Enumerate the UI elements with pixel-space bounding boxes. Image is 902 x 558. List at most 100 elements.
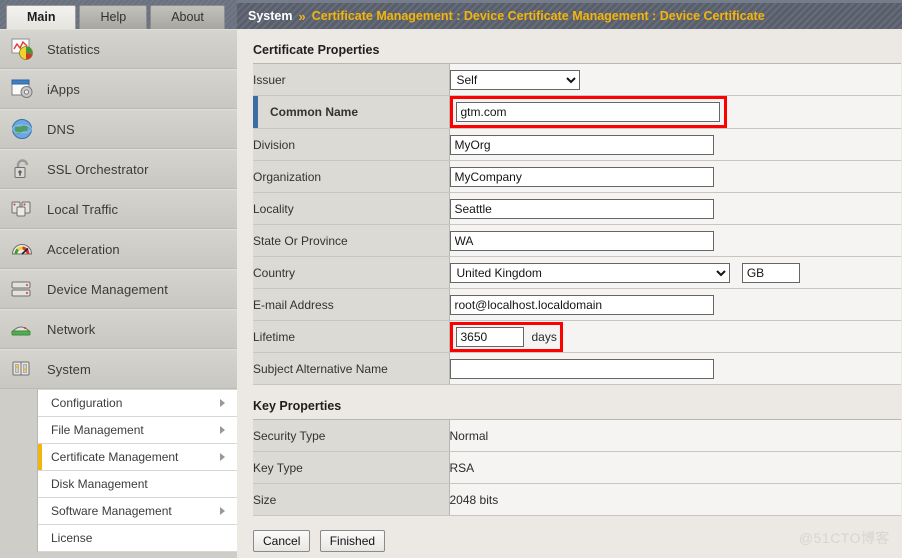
sidebar-item-network[interactable]: Network — [0, 309, 237, 349]
sidebar-item-iapps[interactable]: iApps — [0, 69, 237, 109]
submenu-item-label: File Management — [51, 423, 144, 437]
lifetime-input[interactable] — [455, 326, 524, 347]
primary-navigation-list: Statistics iApps DNS SSL Orchestrator Lo… — [0, 29, 237, 552]
row-accent-bar — [253, 484, 258, 515]
dns-globe-icon — [10, 117, 36, 141]
row-label-cell: Issuer — [253, 63, 450, 96]
sidebar-item-label: Local Traffic — [47, 201, 119, 217]
row-accent-bar — [253, 420, 258, 451]
submenu-item-license[interactable]: License — [38, 525, 237, 552]
state-input[interactable] — [449, 230, 714, 251]
system-submenu: Configuration File Management Certificat… — [37, 389, 237, 552]
row-accent-bar — [253, 321, 258, 352]
sidebar-item-device-management[interactable]: Device Management — [0, 269, 237, 309]
row-value-cell — [449, 95, 901, 129]
locality-input[interactable] — [449, 198, 714, 219]
common-name-input[interactable] — [455, 102, 720, 122]
chevron-right-icon — [220, 426, 225, 434]
submenu-item-label: Configuration — [51, 396, 123, 410]
system-panel-icon — [10, 357, 36, 381]
table-row-organization: Organization — [253, 160, 901, 193]
row-accent-bar — [253, 64, 258, 95]
submenu-item-disk-management[interactable]: Disk Management — [38, 471, 237, 498]
ssl-padlock-icon — [10, 157, 36, 181]
common-name-label: Common Name — [270, 105, 359, 119]
table-row-lifetime: Lifetime days — [253, 320, 901, 353]
lifetime-unit-label: days — [531, 329, 557, 344]
row-accent-bar — [253, 452, 258, 483]
row-accent-bar — [253, 96, 258, 128]
tab-about[interactable]: About — [150, 5, 225, 29]
table-row-common-name: Common Name — [253, 95, 901, 129]
lifetime-label: Lifetime — [253, 329, 296, 344]
sidebar-item-label: Device Management — [47, 281, 168, 297]
submenu-accent-bar — [38, 525, 42, 551]
row-accent-bar — [253, 161, 258, 192]
sidebar-item-dns[interactable]: DNS — [0, 109, 237, 149]
tab-help[interactable]: Help — [79, 5, 148, 29]
acceleration-gauge-icon — [10, 237, 36, 261]
row-accent-bar — [253, 129, 258, 160]
table-row-size: Size 2048 bits — [253, 483, 901, 516]
subject-alternative-name-input[interactable] — [449, 358, 714, 379]
submenu-accent-bar — [38, 471, 42, 497]
sidebar-item-label: DNS — [47, 121, 75, 137]
submenu-item-label: License — [51, 531, 93, 545]
key-properties-title: Key Properties — [253, 399, 342, 413]
submenu-item-certificate-management[interactable]: Certificate Management — [38, 444, 237, 471]
submenu-item-configuration[interactable]: Configuration — [38, 390, 237, 417]
application-window: Main Help About Statistics iApps DNS SSL… — [0, 0, 902, 558]
row-accent-bar — [253, 225, 258, 256]
sidebar-item-statistics[interactable]: Statistics — [0, 29, 237, 69]
row-label-cell: Subject Alternative Name — [253, 352, 450, 385]
submenu-item-label: Disk Management — [51, 477, 148, 491]
country-code-input[interactable] — [741, 262, 800, 283]
breadcrumb-root[interactable]: System — [248, 9, 292, 23]
sidebar-item-ssl-orchestrator[interactable]: SSL Orchestrator — [0, 149, 237, 189]
organization-label: Organization — [253, 169, 322, 184]
submenu-item-file-management[interactable]: File Management — [38, 417, 237, 444]
submenu-item-software-management[interactable]: Software Management — [38, 498, 237, 525]
row-value-cell: Self — [449, 63, 901, 96]
row-label-cell: State Or Province — [253, 224, 450, 257]
country-select[interactable]: United Kingdom — [449, 262, 730, 283]
lifetime-group: days — [455, 326, 557, 347]
chevron-right-icon — [220, 453, 225, 461]
sidebar-item-local-traffic[interactable]: Local Traffic — [0, 189, 237, 229]
table-row-state: State Or Province — [253, 224, 901, 257]
size-value: 2048 bits — [449, 483, 901, 516]
row-accent-bar — [253, 289, 258, 320]
sidebar-item-label: Network — [47, 321, 96, 337]
sidebar-item-system[interactable]: System — [0, 349, 237, 389]
chevron-right-icon — [220, 399, 225, 407]
sidebar-item-label: SSL Orchestrator — [47, 161, 149, 177]
email-input[interactable] — [449, 294, 714, 315]
row-accent-bar — [253, 257, 258, 288]
tab-about-label: About — [171, 10, 204, 24]
row-value-cell — [449, 160, 901, 193]
finished-button[interactable]: Finished — [319, 530, 386, 552]
issuer-select[interactable]: Self — [449, 69, 580, 90]
row-label-cell: Country — [253, 256, 450, 289]
cancel-button[interactable]: Cancel — [253, 530, 311, 552]
row-value-cell — [449, 224, 901, 257]
division-input[interactable] — [449, 134, 714, 155]
certificate-properties-table: Issuer Self Common Name gtm.com Division… — [253, 63, 901, 385]
row-label-cell: Common Name — [253, 95, 450, 129]
row-value-cell — [449, 288, 901, 321]
table-row-email: E-mail Address — [253, 288, 901, 321]
common-name-highlight-box — [449, 96, 727, 128]
sidebar: Main Help About Statistics iApps DNS SSL… — [0, 0, 237, 558]
chevron-right-icon — [220, 507, 225, 515]
iapps-window-gear-icon — [10, 77, 36, 101]
state-label: State Or Province — [253, 233, 348, 248]
row-label-cell: Organization — [253, 160, 450, 193]
row-accent-bar — [253, 353, 258, 384]
row-value-cell — [449, 128, 901, 161]
sidebar-item-acceleration[interactable]: Acceleration — [0, 229, 237, 269]
submenu-accent-bar — [38, 390, 42, 416]
organization-input[interactable] — [449, 166, 714, 187]
submenu-accent-bar — [38, 417, 42, 443]
submenu-item-label: Software Management — [51, 504, 172, 518]
tab-main[interactable]: Main — [6, 5, 77, 29]
